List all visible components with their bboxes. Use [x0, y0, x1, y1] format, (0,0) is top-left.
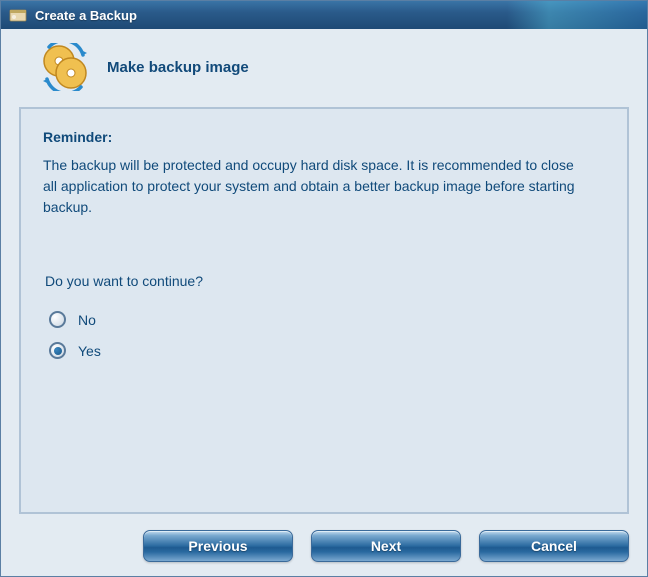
page-header: Make backup image — [1, 29, 647, 101]
radio-label-no: No — [78, 312, 96, 328]
radio-label-yes: Yes — [78, 343, 101, 359]
previous-button[interactable]: Previous — [143, 530, 293, 562]
radio-option-yes[interactable]: Yes — [43, 342, 609, 359]
next-button[interactable]: Next — [311, 530, 461, 562]
button-bar: Previous Next Cancel — [1, 522, 647, 576]
radio-icon — [49, 342, 66, 359]
radio-option-no[interactable]: No — [43, 311, 609, 328]
app-icon — [9, 6, 27, 24]
window-title: Create a Backup — [35, 8, 137, 23]
title-bar: Create a Backup — [1, 1, 647, 29]
continue-question: Do you want to continue? — [43, 273, 609, 289]
page-heading: Make backup image — [107, 59, 249, 76]
wizard-window: Create a Backup Make backup image Remind… — [0, 0, 648, 577]
reminder-panel: Reminder: The backup will be protected a… — [19, 107, 629, 514]
radio-icon — [49, 311, 66, 328]
backup-disc-icon — [41, 43, 89, 91]
reminder-text: The backup will be protected and occupy … — [43, 155, 583, 218]
cancel-button[interactable]: Cancel — [479, 530, 629, 562]
reminder-label: Reminder: — [43, 129, 609, 145]
content-area: Make backup image Reminder: The backup w… — [1, 29, 647, 576]
